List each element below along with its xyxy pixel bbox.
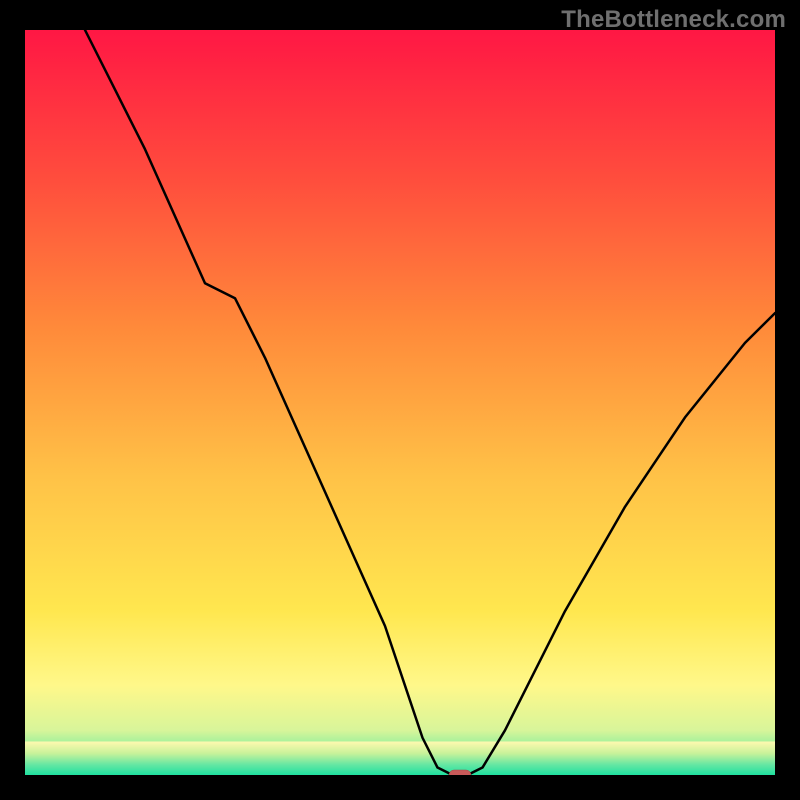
optimum-marker — [449, 770, 471, 775]
watermark-text: TheBottleneck.com — [561, 6, 786, 34]
gradient-background — [25, 30, 775, 775]
green-band — [25, 741, 775, 775]
plot-area — [25, 30, 775, 775]
plot-svg — [25, 30, 775, 775]
chart-outer-frame: TheBottleneck.com — [0, 0, 800, 800]
